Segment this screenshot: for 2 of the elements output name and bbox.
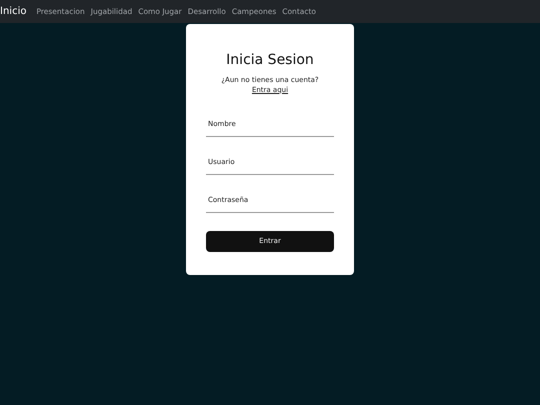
brand-link[interactable]: Inicio [0, 6, 26, 17]
login-title: Inicia Sesion [226, 52, 314, 68]
